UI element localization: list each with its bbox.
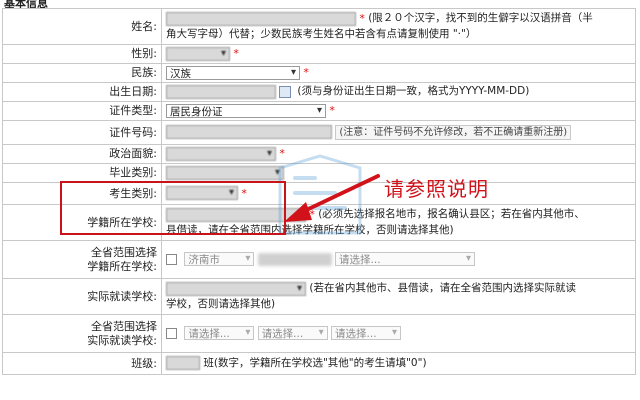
- province-school-1-county-select[interactable]: [257, 252, 332, 266]
- row-class: 班级: 班(数字，学籍所在学校选"其他"的考生请填"0"): [2, 352, 636, 375]
- row-id-number: 证件号码: (注意：证件号码不允许修改，若不正确请重新注册): [2, 120, 636, 145]
- name-input[interactable]: [166, 11, 356, 26]
- required-mark: *: [241, 186, 247, 200]
- row-actual-school: 实际就读学校: (若在省内其他市、县借读，请在全省范围内选择实际就读 学校，否则…: [2, 278, 636, 315]
- class-hint: (数字，学籍所在学校选"其他"的考生请填"0"): [213, 356, 427, 369]
- province-school-1-label-line2: 学籍所在学校:: [87, 259, 157, 273]
- province-school-2-label: 全省范围选择 实际就读学校:: [2, 314, 162, 353]
- province-school-2-city-select[interactable]: 请选择...: [184, 326, 255, 340]
- name-hint-1: (限２０个汉字，找不到的生僻字以汉语拼音（半: [368, 12, 593, 24]
- graduation-type-select[interactable]: [166, 165, 284, 180]
- birth-date-label: 出生日期:: [2, 82, 162, 102]
- class-label: 班级:: [2, 352, 162, 375]
- candidate-type-label: 考生类别:: [2, 182, 162, 205]
- political-select[interactable]: [166, 146, 276, 161]
- name-hint-2: 角大写字母）代替；少数民族考生姓名中若含有点请复制使用 "·"）: [166, 27, 477, 40]
- class-unit: 班: [203, 356, 214, 369]
- id-type-label: 证件类型:: [2, 101, 162, 121]
- required-mark: *: [303, 66, 309, 80]
- annotation-text: 请参照说明: [384, 177, 489, 201]
- province-school-2-school-select[interactable]: 请选择...: [331, 326, 402, 340]
- id-number-label: 证件号码:: [2, 120, 162, 145]
- graduation-type-label: 毕业类别:: [2, 163, 162, 183]
- birth-date-hint: (须与身份证出生日期一致，格式为YYYY-MM-DD): [297, 85, 530, 98]
- province-school-1-label-line1: 全省范围选择: [91, 245, 157, 259]
- required-mark: *: [329, 104, 335, 118]
- province-school-1-label: 全省范围选择 学籍所在学校:: [2, 240, 162, 279]
- registered-school-label: 学籍所在学校:: [2, 204, 162, 241]
- birth-date-input[interactable]: [166, 84, 276, 99]
- actual-school-label: 实际就读学校:: [2, 278, 162, 315]
- annotation-arrow-icon: [284, 174, 380, 222]
- name-cell: * (限２０个汉字，找不到的生僻字以汉语拼音（半 角大写字母）代替；少数民族考生…: [161, 8, 636, 45]
- actual-school-hint-2: 学校，否则请选择其他): [166, 297, 276, 310]
- gender-label: 性别:: [2, 44, 162, 64]
- required-mark: *: [279, 147, 285, 161]
- id-number-hint: (注意：证件号码不允许修改，若不正确请重新注册): [335, 124, 572, 140]
- province-school-1-city-select[interactable]: 济南市: [184, 252, 255, 266]
- name-label: 姓名:: [2, 8, 162, 45]
- province-school-1-checkbox[interactable]: [166, 253, 177, 265]
- province-school-2-label-line1: 全省范围选择: [91, 319, 157, 333]
- row-political: 政治面貌: *: [2, 144, 636, 164]
- calendar-icon[interactable]: [279, 85, 291, 98]
- class-input[interactable]: [166, 356, 200, 371]
- required-mark: *: [359, 12, 365, 25]
- row-province-school-2: 全省范围选择 实际就读学校: 请选择... 请选择... 请选择...: [2, 314, 636, 353]
- candidate-type-select[interactable]: [166, 186, 238, 201]
- ethnicity-select[interactable]: 汉族: [166, 65, 300, 80]
- province-school-2-label-line2: 实际就读学校:: [87, 333, 157, 347]
- row-gender: 性别: *: [2, 44, 636, 64]
- required-mark: *: [233, 47, 239, 61]
- political-label: 政治面貌:: [2, 144, 162, 164]
- ethnicity-label: 民族:: [2, 63, 162, 83]
- row-birth-date: 出生日期: (须与身份证出生日期一致，格式为YYYY-MM-DD): [2, 82, 636, 102]
- actual-school-select[interactable]: [166, 281, 306, 296]
- id-number-input[interactable]: [166, 125, 332, 140]
- province-school-2-county-select[interactable]: 请选择...: [257, 326, 328, 340]
- id-type-select[interactable]: 居民身份证: [166, 103, 326, 118]
- row-ethnicity: 民族: 汉族 *: [2, 63, 636, 83]
- gender-select[interactable]: [166, 46, 230, 61]
- actual-school-hint-1: (若在省内其他市、县借读，请在全省范围内选择实际就读: [309, 282, 576, 294]
- row-name: 姓名: * (限２０个汉字，找不到的生僻字以汉语拼音（半 角大写字母）代替；少数…: [2, 8, 636, 45]
- row-province-school-1: 全省范围选择 学籍所在学校: 济南市 请选择...: [2, 240, 636, 279]
- province-school-2-checkbox[interactable]: [166, 327, 177, 339]
- province-school-1-school-select[interactable]: 请选择...: [335, 252, 476, 266]
- row-id-type: 证件类型: 居民身份证 *: [2, 101, 636, 121]
